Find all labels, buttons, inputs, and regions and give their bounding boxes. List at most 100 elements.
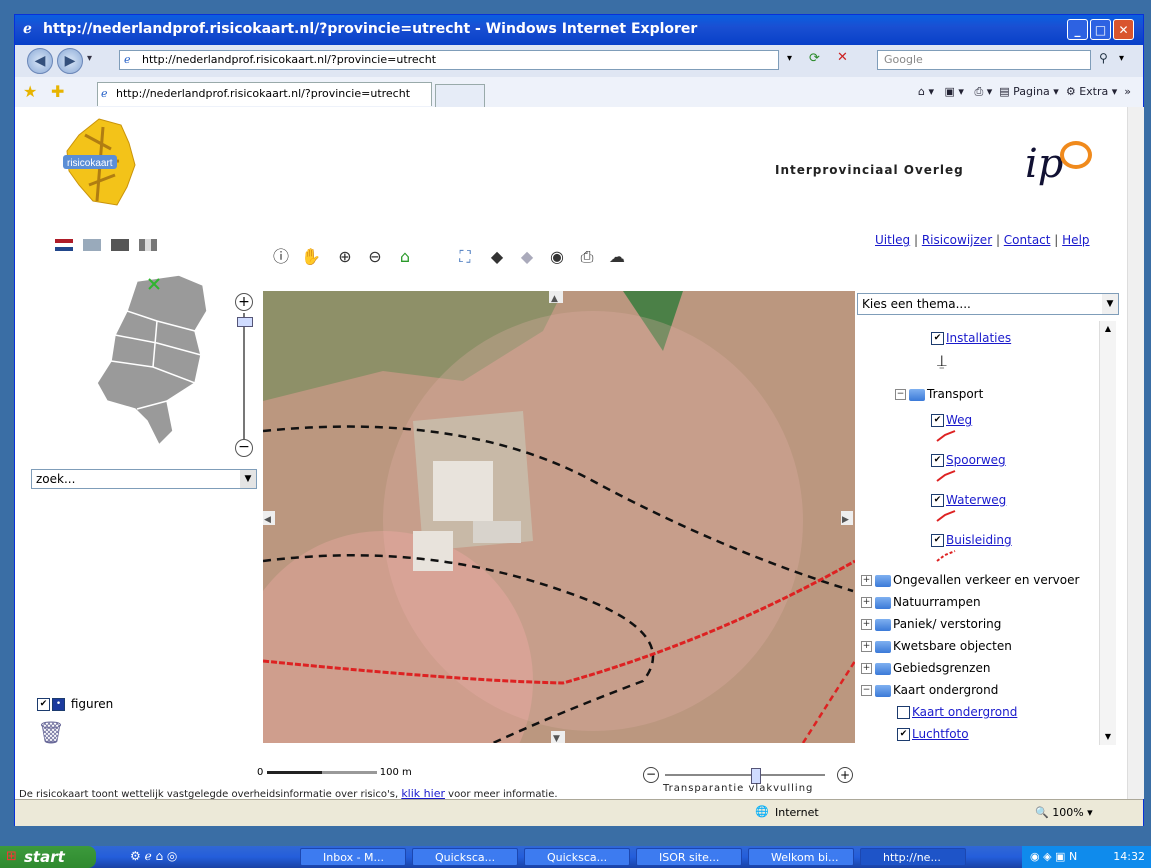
transparency-minus-button[interactable]: − (643, 767, 659, 783)
zoom-level[interactable]: 🔍 100% ▾ (1035, 806, 1093, 819)
system-tray: ◉ ◈ ▣ N 14:32 (1022, 846, 1151, 868)
theme-select-arrow-icon[interactable]: ▼ (1102, 294, 1118, 314)
svg-text:▼: ▼ (553, 734, 560, 743)
layer-tree: ✔ Installaties ⍊ − Transport ✔ Weg ✔ Spoorwe… (857, 321, 1119, 745)
zoom-in-icon[interactable]: ⊕ (335, 247, 355, 267)
tray-icons[interactable]: ◉ ◈ ▣ N (1022, 850, 1077, 863)
layer-tree-scrollbar[interactable]: ▲ ▼ (1099, 321, 1116, 745)
theme-select[interactable]: Kies een thema.... ▼ (857, 293, 1119, 315)
print-map-icon[interactable]: ⎙ (577, 247, 597, 267)
risicokaart-logo: risicokaart (63, 118, 136, 206)
address-input[interactable]: ℯ http://nederlandprof.risicokaart.nl/?p… (119, 50, 779, 70)
flag-fr-icon[interactable] (139, 239, 157, 251)
tab-active[interactable]: ℯ http://nederlandprof.risicokaart.nl/?p… (97, 82, 432, 106)
info-icon[interactable]: ⓘ (271, 247, 291, 267)
group-transport[interactable]: − Transport (895, 387, 983, 401)
maximize-button[interactable]: □ (1090, 19, 1111, 40)
task-quickscan-1[interactable]: Quicksca... (412, 848, 518, 866)
flag-de-icon[interactable] (111, 239, 129, 251)
close-button[interactable]: ✕ (1113, 19, 1134, 40)
task-quickscan-2[interactable]: Quicksca... (524, 848, 630, 866)
group-paniek[interactable]: + Paniek/ verstoring (861, 617, 1001, 631)
figuren-layer[interactable]: ✔ • figuren (37, 697, 113, 711)
weg-legend-icon (936, 430, 956, 442)
search-options-icon[interactable]: ▾ (1119, 53, 1124, 64)
layer-luchtfoto[interactable]: ✔ Luchtfoto (897, 727, 969, 741)
recent-pages-icon[interactable]: ▾ (87, 53, 92, 64)
zoom-out-icon[interactable]: ⊖ (365, 247, 385, 267)
transparency-slider-handle[interactable] (750, 768, 761, 784)
transparency-plus-button[interactable]: + (837, 767, 853, 783)
legend-icon[interactable]: ◉ (547, 247, 567, 267)
address-dropdown-icon[interactable]: ▾ (787, 53, 792, 64)
shape-icon[interactable]: ☁ (607, 247, 627, 267)
folder-icon (909, 388, 925, 401)
search-combo-arrow-icon[interactable]: ▼ (240, 470, 256, 488)
scroll-up-icon[interactable]: ▲ (1100, 321, 1116, 337)
full-extent-icon[interactable]: ⌂ (395, 247, 415, 267)
zoom-slider-track[interactable] (243, 313, 245, 439)
layer-spoorweg[interactable]: ✔ Spoorweg (931, 453, 1006, 467)
scale-bar: 0 100 m (257, 767, 412, 778)
layer-installaties[interactable]: ✔ Installaties (931, 331, 1011, 345)
group-kaart-ondergrond[interactable]: − Kaart ondergrond (861, 683, 998, 697)
zoom-box-icon[interactable]: ⛶ (455, 247, 475, 267)
page-menu[interactable]: ▤ Pagina ▾ (999, 85, 1059, 98)
layer-weg[interactable]: ✔ Weg (931, 413, 972, 427)
group-ongevallen[interactable]: + Ongevallen verkeer en vervoer (861, 573, 1079, 587)
overview-map-netherlands[interactable] (97, 271, 213, 449)
add-favorite-icon[interactable]: ✚ (51, 82, 64, 101)
flag-nl-icon[interactable] (55, 239, 73, 251)
ipo-ring-icon (1060, 141, 1092, 169)
print-icon[interactable]: ⎙ ▾ (974, 85, 992, 98)
svg-text:▲: ▲ (551, 294, 558, 304)
ipo-mark: ip (1025, 141, 1064, 187)
zoom-minus-button[interactable]: − (235, 439, 253, 457)
tab-page-icon: ℯ (101, 87, 108, 100)
tab-row: ★ ✚ ℯ http://nederlandprof.risicokaart.n… (15, 77, 1143, 108)
link-risicowijzer[interactable]: Risicowijzer (922, 233, 992, 247)
forward-button[interactable]: ▶ (57, 48, 83, 74)
transparency-slider-track[interactable] (665, 774, 825, 776)
layer-kaart-ondergrond[interactable]: Kaart ondergrond (897, 705, 1017, 719)
search-combo[interactable]: zoek... ▼ (31, 469, 257, 489)
stop-icon[interactable]: ✕ (837, 50, 848, 65)
next-extent-icon[interactable]: ◆ (517, 247, 537, 267)
zoom-slider-handle[interactable] (237, 317, 253, 327)
tools-menu[interactable]: ⚙ Extra ▾ (1066, 85, 1117, 98)
status-bar: 🌐 Internet 🔍 100% ▾ (15, 799, 1143, 826)
task-welkom[interactable]: Welkom bi... (748, 848, 854, 866)
map-aerial-photo[interactable]: ▲ ◀ ▶ ▼ (263, 291, 855, 743)
pan-hand-icon[interactable]: ✋ (301, 247, 321, 267)
buisleiding-legend-icon (936, 550, 956, 562)
link-contact[interactable]: Contact (1004, 233, 1051, 247)
new-tab-button[interactable] (435, 84, 485, 107)
layer-waterweg[interactable]: ✔ Waterweg (931, 493, 1006, 507)
link-uitleg[interactable]: Uitleg (875, 233, 910, 247)
group-natuurrampen[interactable]: + Natuurrampen (861, 595, 981, 609)
spoorweg-legend-icon (936, 470, 956, 482)
refresh-icon[interactable]: ⟳ (809, 51, 820, 66)
checkbox-checked[interactable]: ✔ (931, 332, 944, 345)
trash-icon[interactable]: 🗑 (37, 721, 65, 746)
search-icon[interactable]: ⚲ (1099, 51, 1108, 65)
zoom-plus-button[interactable]: + (235, 293, 253, 311)
search-input[interactable]: Google (877, 50, 1091, 70)
quicklaunch-icons[interactable]: ⚙ ℯ ⌂ ◎ (130, 849, 177, 863)
feeds-icon[interactable]: ▣ ▾ (945, 85, 964, 98)
home-icon[interactable]: ⌂ ▾ (918, 85, 934, 98)
task-risicokaart[interactable]: http://ne... (860, 848, 966, 866)
link-help[interactable]: Help (1062, 233, 1089, 247)
flag-en-icon[interactable] (83, 239, 101, 251)
scroll-down-icon[interactable]: ▼ (1100, 729, 1116, 745)
back-button[interactable]: ◀ (27, 48, 53, 74)
favorites-star-icon[interactable]: ★ (23, 82, 37, 101)
minimize-button[interactable]: _ (1067, 19, 1088, 40)
previous-extent-icon[interactable]: ◆ (487, 247, 507, 267)
group-gebiedsgrenzen[interactable]: + Gebiedsgrenzen (861, 661, 990, 675)
page-scrollbar[interactable] (1127, 107, 1144, 799)
layer-buisleiding[interactable]: ✔ Buisleiding (931, 533, 1012, 547)
task-inbox[interactable]: Inbox - M... (300, 848, 406, 866)
group-kwetsbare-objecten[interactable]: + Kwetsbare objecten (861, 639, 1012, 653)
task-isor[interactable]: ISOR site... (636, 848, 742, 866)
